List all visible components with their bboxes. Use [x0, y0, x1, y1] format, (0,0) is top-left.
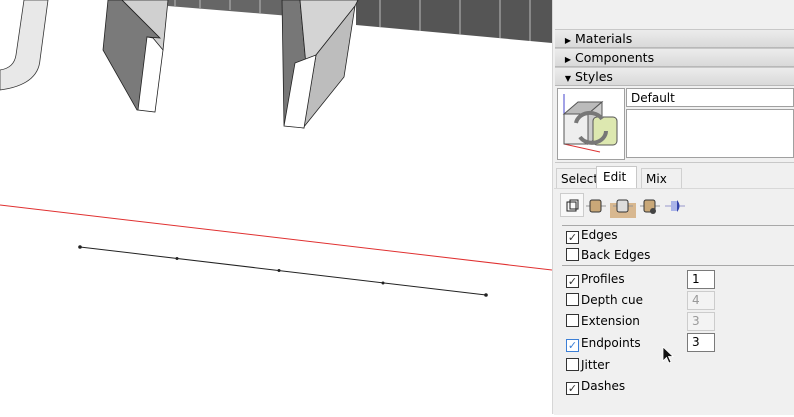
style-description-input[interactable] [626, 109, 794, 158]
option-label: Back Edges [581, 248, 651, 262]
extension-input: 3 [687, 312, 715, 331]
option-label: Jitter [581, 358, 610, 372]
endpoints-input[interactable]: 3 [687, 333, 715, 352]
extension-checkbox[interactable] [566, 314, 579, 327]
back-edges-checkbox[interactable] [566, 248, 579, 261]
option-label: Endpoints [581, 336, 641, 350]
option-label: Dashes [581, 379, 626, 393]
back-edges-option[interactable]: Back Edges [566, 247, 650, 263]
expand-arrow-icon: ▶ [564, 36, 572, 45]
tab-edit[interactable]: Edit [596, 166, 638, 188]
edges-option[interactable]: ✓ Edges [566, 227, 618, 244]
selected-edge [79, 246, 487, 296]
jitter-option[interactable]: Jitter [566, 357, 610, 373]
profiles-width-input[interactable]: 1 [687, 270, 715, 289]
divider [555, 162, 794, 163]
threaded-rod-2 [356, 0, 552, 43]
pipe-shape [0, 0, 49, 91]
style-preview-icon [562, 94, 618, 153]
dashes-checkbox[interactable]: ✓ [566, 382, 579, 395]
endpoints-option[interactable]: ✓ Endpoints [566, 335, 641, 352]
modeling-settings-icon[interactable] [665, 197, 685, 215]
face-settings-icon[interactable] [586, 197, 606, 215]
tab-mix[interactable]: Mix [641, 168, 682, 188]
threaded-rod [168, 0, 290, 16]
model-scene [0, 0, 553, 297]
edges-checkbox[interactable]: ✓ [566, 231, 579, 244]
endpoints-checkbox[interactable]: ✓ [566, 339, 579, 352]
jitter-checkbox[interactable] [566, 358, 579, 371]
tray-header-styles[interactable]: ▼ Styles [555, 67, 794, 86]
extension-option[interactable]: Extension [566, 313, 640, 329]
depth-cue-input: 4 [687, 291, 715, 310]
depth-cue-option[interactable]: Depth cue [566, 292, 643, 308]
profiles-checkbox[interactable]: ✓ [566, 275, 579, 288]
background-settings-icon[interactable] [613, 197, 633, 215]
style-thumbnail[interactable] [557, 88, 625, 160]
divider [562, 265, 794, 266]
divider [562, 225, 794, 226]
tray-header-materials[interactable]: ▶ Materials [555, 29, 794, 48]
edge-settings-icon[interactable] [562, 197, 582, 215]
3d-viewport[interactable] [0, 0, 553, 414]
option-label: Extension [581, 314, 640, 328]
option-label: Edges [581, 228, 618, 242]
watermark-settings-icon[interactable] [640, 197, 660, 215]
tray-header-components[interactable]: ▶ Components [555, 48, 794, 67]
red-axis-line [0, 204, 553, 271]
expand-arrow-icon: ▶ [564, 55, 572, 64]
style-name-input[interactable]: Default [626, 88, 794, 107]
option-label: Profiles [581, 272, 625, 286]
profiles-option[interactable]: ✓ Profiles [566, 271, 625, 288]
collapse-arrow-icon: ▼ [564, 74, 572, 83]
dashes-option[interactable]: ✓ Dashes [566, 378, 626, 395]
option-label: Depth cue [581, 293, 643, 307]
mouse-cursor-icon [662, 346, 675, 364]
depth-cue-checkbox[interactable] [566, 293, 579, 306]
